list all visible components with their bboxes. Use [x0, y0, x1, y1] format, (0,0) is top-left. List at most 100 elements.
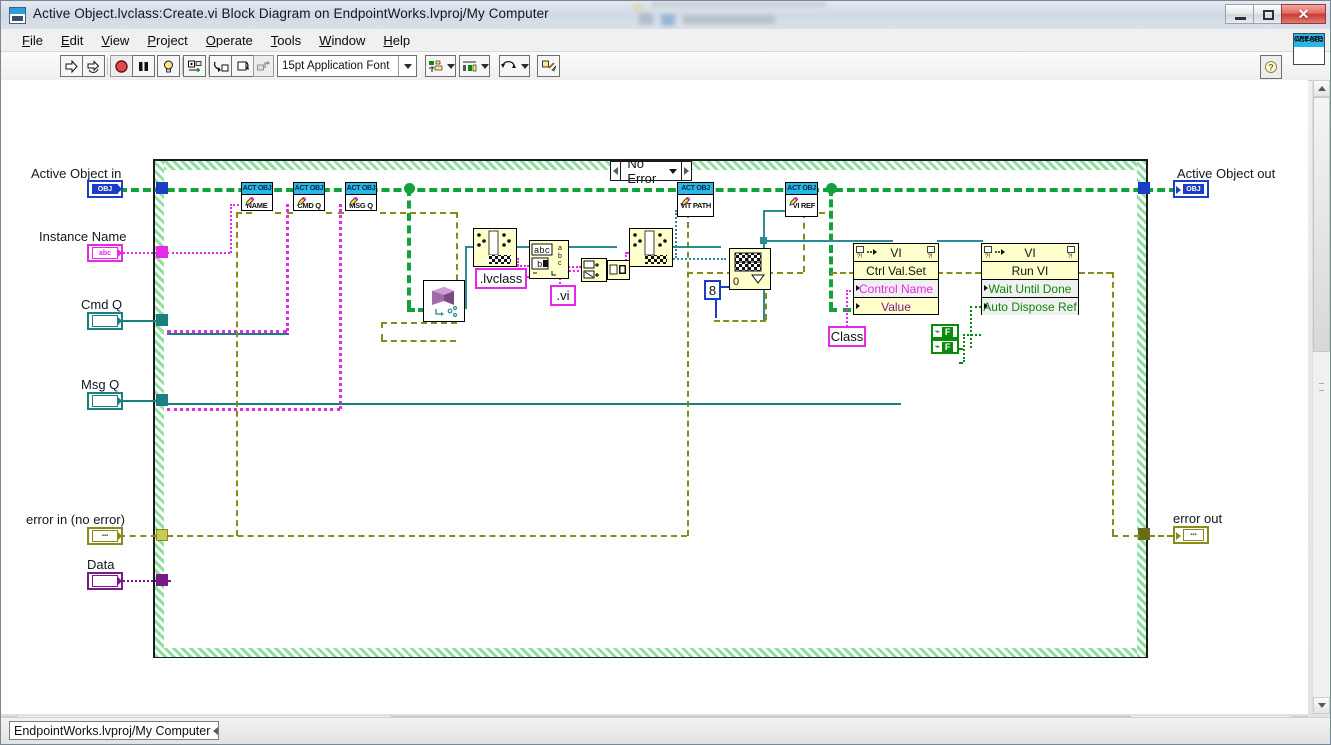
invoke-node-param-wait-until-done[interactable]: Wait Until Done	[982, 280, 1078, 298]
wire-error-in[interactable]	[119, 535, 157, 537]
function-node-strip-path[interactable]	[473, 228, 517, 267]
wire-bool-1-h[interactable]	[963, 334, 981, 336]
wire-viref-in2[interactable]	[763, 210, 785, 212]
boolean-constant-false-2[interactable]: ⌁ F	[931, 339, 959, 354]
step-out-button[interactable]	[253, 55, 274, 77]
function-node-build-path[interactable]	[629, 228, 673, 267]
menu-project[interactable]: Project	[138, 31, 196, 50]
wire-instance-name-1[interactable]	[167, 252, 230, 254]
wire-active-object-main[interactable]	[119, 188, 1189, 192]
wire-error-main[interactable]	[167, 535, 687, 537]
wire-msgq-magenta-v[interactable]	[339, 204, 342, 409]
wire-error-name-to-cmdq[interactable]	[275, 212, 293, 214]
wire-error-classpath-h[interactable]	[381, 340, 456, 342]
property-node-name[interactable]: ACT OBJ NAME	[241, 182, 273, 211]
invoke-node-param-value[interactable]: Value	[854, 298, 938, 315]
menu-operate[interactable]: Operate	[197, 31, 262, 50]
font-selector-chevron-down-icon[interactable]	[398, 56, 416, 76]
highlight-execution-button[interactable]	[157, 55, 180, 77]
wire-error-cmdq-to-msgq[interactable]	[326, 212, 344, 214]
wire-string-1b[interactable]	[517, 258, 519, 266]
wire-error-down-right[interactable]	[1112, 272, 1114, 535]
close-button[interactable]: ✕	[1281, 4, 1326, 24]
function-node-index-array[interactable]: 0	[729, 248, 771, 290]
wire-instance-name-up[interactable]	[230, 204, 232, 253]
invoke-node-run-vi[interactable]: ?! VI ?! Run VI Wait Until Done Auto Dis…	[981, 243, 1079, 315]
status-collapse-arrow-icon[interactable]	[213, 727, 218, 735]
function-node-to-more-specific-class[interactable]	[423, 280, 465, 322]
retain-wire-values-button[interactable]	[183, 55, 206, 77]
scroll-down-button[interactable]	[1313, 697, 1330, 714]
wire-error-out[interactable]	[1149, 535, 1173, 537]
wire-error-right-v[interactable]	[687, 212, 689, 536]
cleanup-diagram-button[interactable]	[537, 55, 560, 77]
scroll-up-button[interactable]	[1313, 80, 1330, 97]
menu-file[interactable]: File	[13, 31, 52, 50]
wire-msgq-teal[interactable]	[167, 403, 901, 405]
wire-obj-branch-down-2[interactable]	[829, 188, 833, 310]
property-node-cmd-q[interactable]: ACT OBJ CMD Q	[293, 182, 325, 211]
menu-edit[interactable]: Edit	[52, 31, 92, 50]
case-selector-prev-arrow-icon[interactable]	[611, 162, 622, 180]
wire-viref-to-run[interactable]	[937, 240, 983, 242]
wire-bool-f0[interactable]	[959, 348, 963, 350]
terminal-active-object-in[interactable]: OBJ	[87, 180, 123, 198]
wire-error-classpath-v[interactable]	[381, 322, 383, 340]
minimize-button[interactable]	[1225, 4, 1254, 24]
distribute-objects-button[interactable]	[459, 55, 490, 77]
reorder-button[interactable]	[499, 55, 530, 77]
property-node-vit-path[interactable]: ACT OBJ VIT PATH	[677, 182, 714, 217]
vi-icon-pane[interactable]: ACT OBJ CREATE	[1293, 33, 1325, 65]
step-into-button[interactable]	[209, 55, 232, 77]
pause-button[interactable]	[132, 55, 155, 77]
terminal-error-out[interactable]: ▪▪▪	[1173, 526, 1209, 544]
wire-error-small-h[interactable]	[714, 320, 766, 322]
wire-error-to-ctrlval[interactable]	[831, 272, 855, 274]
wire-error-name-in[interactable]	[236, 212, 252, 214]
vertical-scroll-thumb[interactable]	[1313, 97, 1330, 352]
wire-viref-to-ctrlval[interactable]	[763, 240, 893, 242]
wire-data-in[interactable]	[119, 580, 161, 582]
title-bar[interactable]: Active Object.lvclass:Create.vi Block Di…	[1, 1, 1330, 29]
function-node-format-into-string[interactable]	[581, 258, 607, 282]
function-node-concatenate-strings[interactable]	[607, 260, 630, 280]
wire-path-2[interactable]	[465, 246, 467, 309]
case-selector[interactable]: No Error	[610, 156, 692, 186]
string-constant-class[interactable]: Class	[828, 326, 866, 347]
vertical-scrollbar[interactable]	[1312, 80, 1330, 714]
property-node-vi-ref[interactable]: ACT OBJ VI REF	[785, 182, 818, 217]
terminal-error-in[interactable]: ▪▪▪	[87, 527, 123, 545]
terminal-instance-name[interactable]: abc	[87, 244, 123, 262]
block-diagram-canvas[interactable]: No Error Active Object in OBJ Instance N…	[1, 80, 1308, 714]
menu-window[interactable]: Window	[310, 31, 374, 50]
wire-bool-1-v[interactable]	[963, 334, 965, 362]
invoke-node-ctrl-val-set[interactable]: ?! VI ?! Ctrl Val.Set Control Name Value	[853, 243, 939, 315]
align-objects-button[interactable]	[425, 55, 456, 77]
wire-error-msgq-out[interactable]	[380, 212, 456, 214]
menu-view[interactable]: View	[92, 31, 138, 50]
maximize-button[interactable]	[1253, 4, 1282, 24]
wire-cmdq-magenta-v[interactable]	[286, 204, 289, 331]
wire-cmdq-in[interactable]	[119, 320, 159, 322]
status-context-field[interactable]: EndpointWorks.lvproj/My Computer	[9, 721, 219, 740]
wire-error-run-out[interactable]	[1079, 272, 1112, 274]
case-selector-chevron-down-icon[interactable]	[668, 168, 677, 174]
context-help-button[interactable]: ?	[1260, 55, 1282, 79]
wire-msgq-magenta-h[interactable]	[167, 408, 340, 411]
wire-bool-0-v[interactable]	[970, 306, 972, 348]
wire-instance-name-in[interactable]	[119, 252, 157, 254]
wire-bool-f1[interactable]	[959, 362, 963, 364]
run-button[interactable]	[60, 55, 83, 77]
wire-obj-branch-down[interactable]	[407, 188, 411, 308]
boolean-constant-false-1[interactable]: ⌁ F	[931, 324, 959, 339]
tunnel-error-out[interactable]	[1138, 528, 1150, 540]
run-continuously-button[interactable]	[82, 55, 105, 77]
invoke-node-param-auto-dispose-ref[interactable]: Auto Dispose Ref	[982, 298, 1078, 315]
wire-cmdq-teal[interactable]	[167, 333, 289, 335]
abort-execution-button[interactable]	[110, 55, 133, 77]
menu-help[interactable]: Help	[374, 31, 419, 50]
wire-error-to-tunnel[interactable]	[1112, 535, 1140, 537]
wire-vitpath-in[interactable]	[675, 210, 677, 258]
tunnel-active-object-out[interactable]	[1138, 182, 1150, 194]
wire-error-ctrlval-to-run[interactable]	[937, 272, 981, 274]
